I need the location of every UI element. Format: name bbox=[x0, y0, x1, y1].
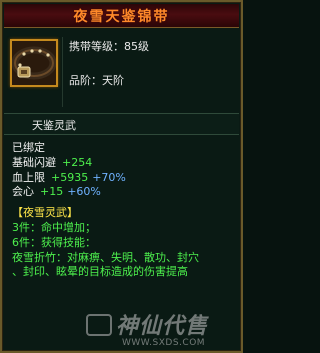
skill-description-1: 夜雪折竹：对麻痹、失明、散功、封穴 bbox=[12, 250, 199, 264]
stat-label: 基础闪避 bbox=[12, 155, 56, 169]
tooltip-title-bar: 夜雪天鉴锦带 bbox=[4, 4, 239, 28]
stat-value: +5935 bbox=[51, 170, 89, 184]
set-bonus-6: 6件：获得技能： bbox=[12, 235, 96, 249]
set-name: 【夜雪灵武】 bbox=[12, 206, 78, 220]
stat-value: +254 bbox=[62, 155, 93, 169]
stat-row: 会心 +15 +60% bbox=[12, 185, 231, 200]
stat-label: 血上限 bbox=[12, 170, 45, 184]
item-name: 夜雪天鉴锦带 bbox=[73, 8, 170, 25]
item-rank: 品阶：天阶 bbox=[69, 74, 124, 87]
stat-value: +15 bbox=[40, 185, 64, 199]
item-meta: 携带等级：85级 品阶：天阶 bbox=[62, 37, 232, 107]
stat-percent: +60% bbox=[67, 185, 101, 199]
stat-row: 基础闪避 +254 bbox=[12, 156, 231, 171]
stat-label: 会心 bbox=[12, 185, 34, 199]
item-header: 携带等级：85级 品阶：天阶 bbox=[4, 29, 239, 113]
series-bar: 天鉴灵武 bbox=[4, 113, 239, 135]
watermark-logo-icon bbox=[86, 314, 112, 336]
skill-description-2: 、封印、眩晕的目标造成的伤害提高 bbox=[12, 265, 188, 279]
carry-level: 携带等级：85级 bbox=[69, 40, 149, 53]
belt-item-icon[interactable] bbox=[10, 39, 58, 87]
watermark-url: WWW.SXDS.COM bbox=[122, 338, 206, 348]
watermark: 神仙代售 WWW.SXDS.COM bbox=[80, 308, 240, 352]
series-name: 天鉴灵武 bbox=[32, 119, 76, 132]
stat-row: 血上限 +5935 +70% bbox=[12, 171, 231, 186]
item-tooltip: 夜雪天鉴锦带 携带等级：85级 品阶：天阶 天鉴灵武 已绑定 基础闪避 +254… bbox=[0, 0, 243, 353]
set-bonus-3: 3件：命中增加； bbox=[12, 220, 96, 234]
bound-status: 已绑定 bbox=[12, 141, 45, 154]
watermark-text: 神仙代售 bbox=[116, 314, 209, 339]
stat-percent: +70% bbox=[92, 170, 126, 184]
